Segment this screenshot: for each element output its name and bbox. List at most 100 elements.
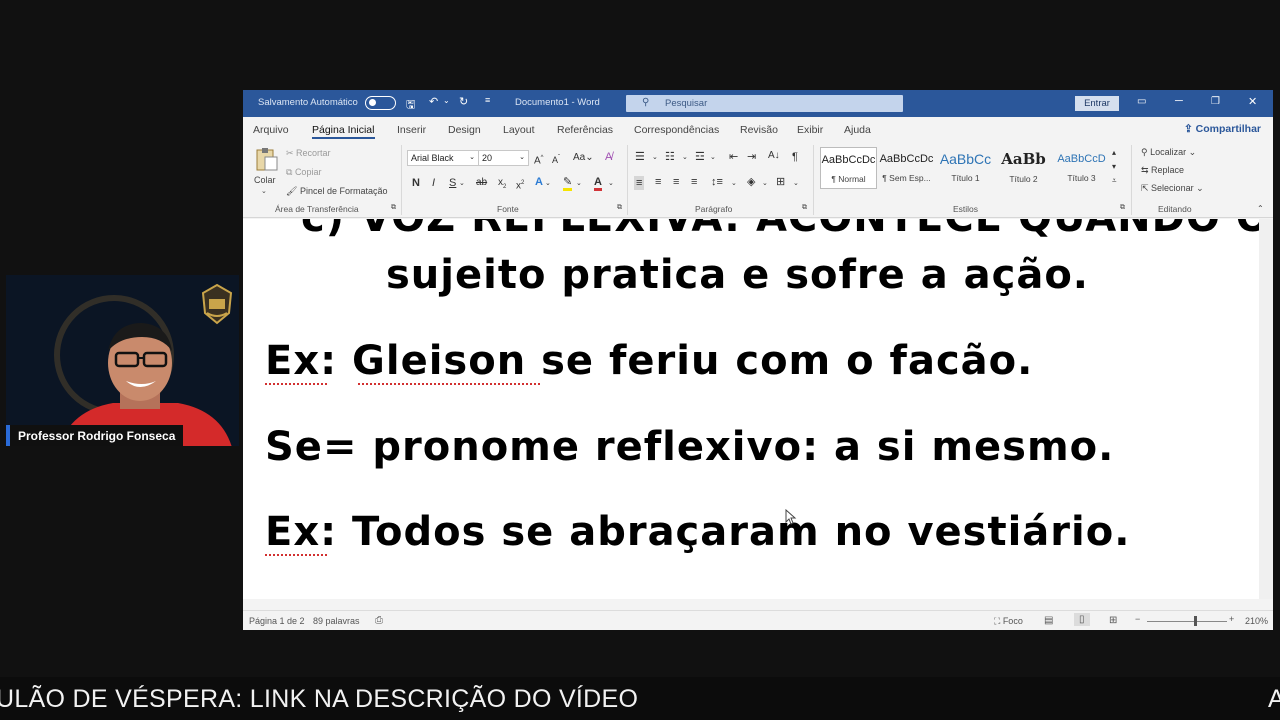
superscript-icon[interactable]: x2 [516, 177, 524, 192]
tab-exibir[interactable]: Exibir [797, 124, 823, 136]
show-formatting-icon[interactable]: ¶ [792, 151, 798, 163]
sort-icon[interactable]: A↓ [768, 150, 780, 162]
line-spacing-icon[interactable]: ↕≡ [711, 176, 723, 188]
paste-label[interactable]: Colar [254, 175, 276, 185]
shading-dropdown-icon[interactable]: ⌄ [762, 178, 768, 190]
style-heading-2[interactable]: AaBb Título 2 [995, 147, 1052, 189]
share-button[interactable]: ⇪ Compartilhar [1184, 123, 1261, 135]
justify-icon[interactable]: ≡ [691, 176, 697, 188]
font-color-icon[interactable]: A [594, 176, 602, 191]
print-layout-icon[interactable]: ▯ [1074, 613, 1090, 626]
tab-design[interactable]: Design [448, 124, 481, 136]
styles-scroll-up-icon[interactable]: ▴ [1112, 147, 1116, 159]
italic-icon[interactable]: I [432, 177, 435, 189]
close-icon[interactable]: ✕ [1248, 95, 1257, 108]
highlight-dropdown-icon[interactable]: ⌄ [576, 178, 582, 190]
style-no-spacing[interactable]: AaBbCcDc ¶ Sem Esp... [878, 147, 935, 189]
vertical-scrollbar[interactable] [1259, 219, 1273, 599]
text-effects-dropdown-icon[interactable]: ⌄ [545, 178, 551, 190]
replace-button[interactable]: ⇆ Replace [1141, 165, 1184, 176]
proofing-icon[interactable]: ⎙ [375, 615, 383, 626]
collapse-ribbon-icon[interactable]: ⌃ [1257, 204, 1264, 213]
news-ticker: ULÃO DE VÉSPERA: LINK NA DESCRIÇÃO DO VÍ… [0, 677, 1280, 720]
align-right-icon[interactable]: ≡ [673, 176, 679, 188]
borders-icon[interactable]: ⊞ [776, 176, 785, 188]
multilevel-list-icon[interactable]: ☲ [695, 151, 705, 163]
font-name-select[interactable]: Arial Black ⌄ [407, 150, 479, 166]
undo-dropdown-icon[interactable]: ⌄ [443, 96, 450, 105]
zoom-in-icon[interactable]: + [1229, 614, 1234, 624]
redo-icon[interactable]: ↻ [459, 95, 468, 108]
tab-revisao[interactable]: Revisão [740, 124, 778, 136]
bold-icon[interactable]: N [412, 177, 420, 189]
tab-pagina-inicial[interactable]: Página Inicial [312, 124, 374, 136]
page-count[interactable]: Página 1 de 2 [249, 616, 305, 626]
search-box[interactable]: ⚲ Pesquisar [626, 95, 903, 112]
zoom-out-icon[interactable]: − [1135, 614, 1140, 624]
sign-in-button[interactable]: Entrar [1075, 96, 1119, 111]
change-case-icon[interactable]: Aa⌄ [573, 152, 594, 164]
shading-icon[interactable]: ◈ [747, 176, 755, 188]
tab-ajuda[interactable]: Ajuda [844, 124, 871, 136]
customize-toolbar-icon[interactable]: ≡ [485, 95, 490, 105]
format-painter-button[interactable]: 🖌 Pincel de Formatação [286, 186, 387, 197]
save-icon[interactable]: 🖫 [406, 96, 415, 115]
share-label: Compartilhar [1195, 123, 1261, 135]
select-button[interactable]: ⇱ Selecionar ⌄ [1141, 183, 1204, 194]
grow-font-icon[interactable]: A^ [534, 152, 544, 167]
tab-layout[interactable]: Layout [503, 124, 535, 136]
multilevel-dropdown-icon[interactable]: ⌄ [710, 152, 716, 164]
text-effects-icon[interactable]: A [535, 176, 543, 188]
align-center-icon[interactable]: ≡ [655, 176, 661, 188]
increase-indent-icon[interactable]: ⇥ [747, 151, 756, 163]
borders-dropdown-icon[interactable]: ⌄ [793, 178, 799, 190]
strikethrough-icon[interactable]: ab [476, 177, 487, 189]
font-launcher-icon[interactable]: ⧉ [617, 204, 622, 212]
bullets-dropdown-icon[interactable]: ⌄ [652, 152, 658, 164]
cut-button[interactable]: ✂ Recortar [286, 148, 331, 159]
focus-button[interactable]: ⛶ Foco [994, 616, 1023, 627]
highlight-icon[interactable]: ✎ [563, 176, 573, 191]
style-heading-1[interactable]: AaBbCc Título 1 [937, 147, 994, 189]
underline-dropdown-icon[interactable]: ⌄ [459, 178, 465, 190]
font-size-select[interactable]: 20 ⌄ [478, 150, 529, 166]
word-count[interactable]: 89 palavras [313, 616, 360, 626]
numbering-dropdown-icon[interactable]: ⌄ [682, 152, 688, 164]
styles-launcher-icon[interactable]: ⧉ [1120, 204, 1125, 212]
zoom-level[interactable]: 210% [1245, 616, 1268, 626]
subscript-icon[interactable]: x2 [498, 177, 506, 193]
ribbon-display-options-icon[interactable]: ▭ [1137, 96, 1146, 107]
undo-icon[interactable]: ↶ [429, 95, 438, 108]
find-button[interactable]: ⚲ Localizar ⌄ [1141, 147, 1196, 158]
zoom-slider-thumb[interactable] [1194, 616, 1197, 626]
clear-formatting-icon[interactable]: A̸ [605, 151, 612, 163]
line-spacing-dropdown-icon[interactable]: ⌄ [731, 178, 737, 190]
paste-dropdown-icon[interactable]: ⌄ [261, 187, 267, 195]
decrease-indent-icon[interactable]: ⇤ [729, 151, 738, 163]
numbering-icon[interactable]: ☷ [665, 151, 675, 163]
styles-scroll-down-icon[interactable]: ▾ [1112, 161, 1116, 173]
tab-inserir[interactable]: Inserir [397, 124, 426, 136]
paragraph-launcher-icon[interactable]: ⧉ [802, 204, 807, 212]
read-mode-icon[interactable]: ▤ [1044, 615, 1053, 626]
document-page[interactable]: c) VOZ REFLEXIVA: ACONTECE QUANDO O suje… [243, 219, 1259, 599]
style-normal[interactable]: AaBbCcDc ¶ Normal [820, 147, 877, 189]
minimize-icon[interactable]: ─ [1175, 95, 1183, 107]
zoom-slider[interactable] [1147, 621, 1227, 622]
tab-arquivo[interactable]: Arquivo [253, 124, 289, 136]
paste-icon[interactable] [255, 146, 279, 172]
autosave-toggle[interactable] [365, 96, 396, 110]
bullets-icon[interactable]: ☰ [635, 151, 645, 163]
underline-icon[interactable]: S [449, 177, 456, 189]
restore-icon[interactable]: ❐ [1211, 96, 1220, 107]
align-left-icon[interactable]: ≡ [634, 176, 645, 190]
shrink-font-icon[interactable]: Aˇ [552, 152, 560, 166]
clipboard-launcher-icon[interactable]: ⧉ [391, 204, 396, 212]
tab-referencias[interactable]: Referências [557, 124, 613, 136]
tab-correspondencias[interactable]: Correspondências [634, 124, 719, 136]
web-layout-icon[interactable]: ⊞ [1109, 615, 1117, 626]
copy-button[interactable]: ⧉ Copiar [286, 167, 321, 178]
font-color-dropdown-icon[interactable]: ⌄ [608, 178, 614, 190]
styles-gallery-more-icon[interactable]: ⩡ [1112, 175, 1117, 187]
style-heading-3[interactable]: AaBbCcD Título 3 [1053, 147, 1110, 189]
